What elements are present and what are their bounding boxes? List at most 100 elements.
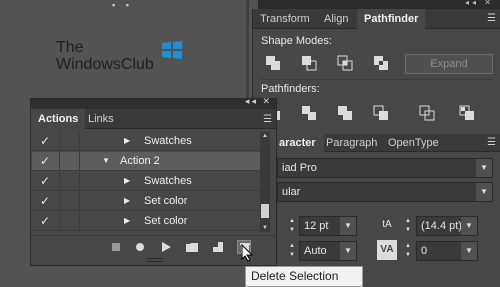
tab-align[interactable]: Align xyxy=(317,9,355,29)
tab-paragraph[interactable]: Paragraph xyxy=(319,134,384,152)
font-style-dropdown[interactable]: ular ▼ xyxy=(277,182,493,202)
tracking-stepper[interactable]: ▲ ▼ xyxy=(403,242,413,260)
mouse-pointer-icon xyxy=(241,243,255,262)
actions-list: ✓ ▶ Swatches ✓ ▼ Action 2 ✓ ▶ Swatches ✓… xyxy=(32,132,260,232)
chevron-down-icon: ▼ xyxy=(476,183,492,201)
resize-grip[interactable] xyxy=(147,258,163,262)
leading-value: (14.4 pt) xyxy=(421,220,462,232)
divider xyxy=(59,192,60,211)
collapse-icon[interactable]: ◂◂ ✕ xyxy=(245,96,272,107)
kerning-field[interactable]: Auto ▼ xyxy=(299,241,357,261)
expand-triangle-icon[interactable]: ▶ xyxy=(124,196,130,205)
play-icon[interactable] xyxy=(159,240,173,254)
chevron-down-icon: ▼ xyxy=(461,242,477,260)
new-action-icon[interactable] xyxy=(211,240,225,254)
leading-field[interactable]: (14.4 pt) ▼ xyxy=(416,216,478,236)
divider xyxy=(59,132,60,151)
actions-toolbar xyxy=(31,235,276,257)
list-item-label: Set color xyxy=(144,195,188,207)
kerning-stepper[interactable]: ▲ ▼ xyxy=(287,242,297,260)
list-item[interactable]: ✓ ▼ Action 2 xyxy=(32,152,260,171)
divider xyxy=(59,212,60,231)
leading-stepper[interactable]: ▲ ▼ xyxy=(403,217,413,235)
size-stepper[interactable]: ▲ ▼ xyxy=(287,217,297,235)
outline-icon[interactable] xyxy=(419,105,435,121)
list-item-label: Swatches xyxy=(144,175,192,187)
tab-actions[interactable]: Actions xyxy=(31,109,86,129)
check-icon[interactable]: ✓ xyxy=(40,134,50,148)
shape-modes-label: Shape Modes: xyxy=(261,35,332,47)
font-size-value: 12 pt xyxy=(304,220,329,232)
folder-icon[interactable] xyxy=(185,240,199,254)
expand-triangle-icon[interactable]: ▶ xyxy=(124,176,130,185)
tab-pathfinder[interactable]: Pathfinder xyxy=(357,9,426,29)
divider xyxy=(59,172,60,191)
divider xyxy=(79,192,80,211)
character-tabbar: aracter Paragraph OpenType ☰ xyxy=(253,134,500,152)
tab-links[interactable]: Links xyxy=(81,109,121,129)
chevron-down-icon: ▼ xyxy=(340,217,356,235)
font-size-field[interactable]: 12 pt ▼ xyxy=(299,216,357,236)
font-family-dropdown[interactable]: iad Pro ▼ xyxy=(277,158,493,178)
tab-transform[interactable]: Transform xyxy=(253,9,317,29)
expand-triangle-icon[interactable]: ▶ xyxy=(124,216,130,225)
windows-flag-icon xyxy=(161,40,183,60)
scroll-up-icon[interactable]: ▲ xyxy=(260,132,270,140)
logo-line2: WindowsClub xyxy=(56,56,154,73)
list-item-label: Set color xyxy=(144,215,188,227)
scroll-thumb[interactable] xyxy=(261,204,269,218)
panel-menu-icon[interactable]: ☰ xyxy=(263,114,272,125)
tooltip: Delete Selection xyxy=(245,266,363,287)
actions-titlebar[interactable]: ◂◂ ✕ xyxy=(31,96,276,109)
list-item[interactable]: ✓ ▶ Set color xyxy=(32,212,260,231)
check-icon[interactable]: ✓ xyxy=(40,154,50,168)
expand-triangle-icon[interactable]: ▶ xyxy=(124,136,130,145)
list-item-label: Action 2 xyxy=(120,155,160,167)
merge-icon[interactable] xyxy=(337,105,353,121)
record-icon[interactable] xyxy=(133,240,147,254)
window-mini-icons: ▪ ▪ xyxy=(112,0,133,10)
list-item[interactable]: ✓ ▶ Swatches xyxy=(32,132,260,151)
list-item-label: Swatches xyxy=(144,135,192,147)
panel-menu-icon[interactable]: ☰ xyxy=(487,13,496,24)
leading-icon: tA xyxy=(382,219,392,230)
unite-icon[interactable] xyxy=(265,55,281,71)
font-family-value: iad Pro xyxy=(282,162,317,174)
tab-character[interactable]: aracter xyxy=(271,134,324,152)
divider xyxy=(79,172,80,191)
character-panel: aracter Paragraph OpenType ☰ iad Pro ▼ u… xyxy=(252,134,500,287)
list-item[interactable]: ✓ ▶ Swatches xyxy=(32,172,260,191)
actions-panel: ◂◂ ✕ Actions Links ☰ ✓ ▶ Swatches ✓ ▼ Ac… xyxy=(30,96,277,266)
exclude-icon[interactable] xyxy=(373,55,389,71)
tab-opentype[interactable]: OpenType xyxy=(381,134,446,152)
check-icon[interactable]: ✓ xyxy=(40,174,50,188)
pathfinders-label: Pathfinders: xyxy=(261,83,320,95)
minus-front-icon[interactable] xyxy=(301,55,317,71)
chevron-down-icon: ▼ xyxy=(476,159,492,177)
check-icon[interactable]: ✓ xyxy=(40,214,50,228)
watermark-logo: The WindowsClub xyxy=(56,40,191,74)
tracking-icon: VA xyxy=(377,240,397,260)
actions-tabbar: Actions Links ☰ xyxy=(31,109,276,129)
list-item[interactable]: ✓ ▶ Set color xyxy=(32,192,260,211)
top-window-strip: ◂◂ ✕ xyxy=(258,0,500,9)
crop-icon[interactable] xyxy=(373,105,389,121)
check-icon[interactable]: ✓ xyxy=(40,194,50,208)
tracking-field[interactable]: 0 ▼ xyxy=(416,241,478,261)
logo-line1: The xyxy=(56,39,84,56)
actions-scrollbar[interactable]: ▲ ▼ xyxy=(260,132,270,232)
panel-menu-icon[interactable]: ☰ xyxy=(487,137,496,148)
divider xyxy=(261,79,493,80)
minus-back-icon[interactable] xyxy=(459,105,475,121)
divider xyxy=(79,152,80,171)
intersect-icon[interactable] xyxy=(337,55,353,71)
pathfinder-tabbar: Transform Align Pathfinder ☰ xyxy=(253,9,500,29)
collapse-triangle-icon[interactable]: ▼ xyxy=(102,156,110,165)
stop-icon[interactable] xyxy=(109,240,123,254)
scroll-down-icon[interactable]: ▼ xyxy=(260,224,270,232)
divider xyxy=(59,152,60,171)
collapse-icon[interactable]: ◂◂ ✕ xyxy=(465,0,494,7)
expand-button[interactable]: Expand xyxy=(405,54,493,74)
trim-icon[interactable] xyxy=(301,105,317,121)
pathfinder-panel: Transform Align Pathfinder ☰ Shape Modes… xyxy=(252,9,500,134)
